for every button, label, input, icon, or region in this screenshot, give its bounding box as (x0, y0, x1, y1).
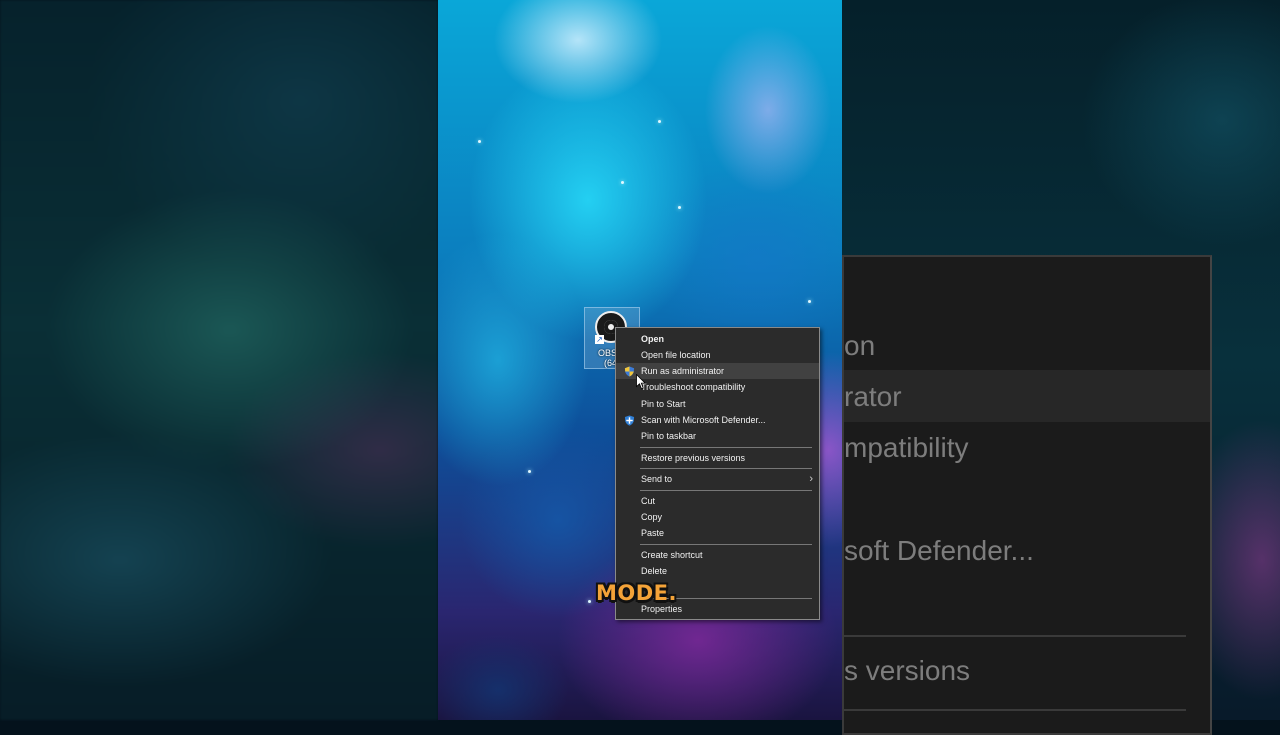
menu-item-troubleshoot-compatibility[interactable]: Troubleshoot compatibility (616, 379, 819, 395)
zoomed-menu-text: s versions (844, 655, 971, 686)
video-caption: MODE. (596, 581, 678, 605)
menu-item-label: Open (641, 334, 665, 344)
menu-item-pin-to-taskbar[interactable]: Pin to taskbar (616, 428, 819, 444)
menu-item-pin-to-start[interactable]: Pin to Start (616, 396, 819, 412)
menu-item-label: Copy (641, 512, 663, 522)
menu-item-label: Create shortcut (641, 550, 703, 560)
menu-item-scan-defender[interactable]: Scan with Microsoft Defender... (616, 412, 819, 428)
menu-item-label: Pin to taskbar (641, 431, 697, 441)
menu-separator (640, 490, 812, 491)
menu-item-open[interactable]: Open (616, 331, 819, 347)
menu-item-cut[interactable]: Cut (616, 493, 819, 509)
menu-item-label: Cut (641, 496, 656, 506)
menu-item-label: Paste (641, 528, 665, 538)
menu-item-label: Open file location (641, 350, 711, 360)
zoomed-menu-text: on (844, 330, 876, 361)
uac-shield-icon (624, 366, 635, 377)
blurred-background-left (0, 0, 438, 720)
menu-separator (640, 447, 812, 448)
menu-item-copy[interactable]: Copy (616, 509, 819, 525)
menu-item-paste[interactable]: Paste (616, 525, 819, 541)
menu-item-run-as-administrator[interactable]: Run as administrator (616, 363, 819, 379)
menu-item-label: Pin to Start (641, 399, 686, 409)
defender-shield-icon (624, 415, 635, 426)
zoomed-menu-text: mpatibility (844, 432, 969, 463)
zoomed-menu-separator (844, 635, 1186, 637)
menu-separator (640, 544, 812, 545)
zoomed-context-menu: on rator mpatibility soft Defender... s … (842, 255, 1212, 735)
zoomed-menu-text: soft Defender... (844, 535, 1034, 566)
mouse-pointer-icon (636, 374, 646, 390)
menu-item-open-file-location[interactable]: Open file location (616, 347, 819, 363)
menu-item-label: Send to (641, 474, 673, 484)
menu-item-label: Restore previous versions (641, 453, 746, 463)
menu-item-create-shortcut[interactable]: Create shortcut (616, 547, 819, 563)
menu-item-delete[interactable]: Delete (616, 563, 819, 579)
shortcut-arrow-icon: ↗ (595, 335, 604, 344)
menu-item-label: Delete (641, 566, 668, 576)
menu-item-label: Troubleshoot compatibility (641, 382, 746, 392)
menu-item-label: Scan with Microsoft Defender... (641, 415, 766, 425)
context-menu: Open Open file location Run as administr… (615, 327, 820, 620)
menu-item-label: Run as administrator (641, 366, 725, 376)
chevron-right-icon: › (809, 473, 813, 485)
menu-item-label: Properties (641, 604, 683, 614)
zoomed-menu-separator (844, 709, 1186, 711)
menu-item-restore-previous-versions[interactable]: Restore previous versions (616, 450, 819, 466)
menu-item-send-to[interactable]: Send to › (616, 471, 819, 487)
menu-separator (640, 468, 812, 469)
zoomed-menu-text: rator (844, 381, 902, 412)
